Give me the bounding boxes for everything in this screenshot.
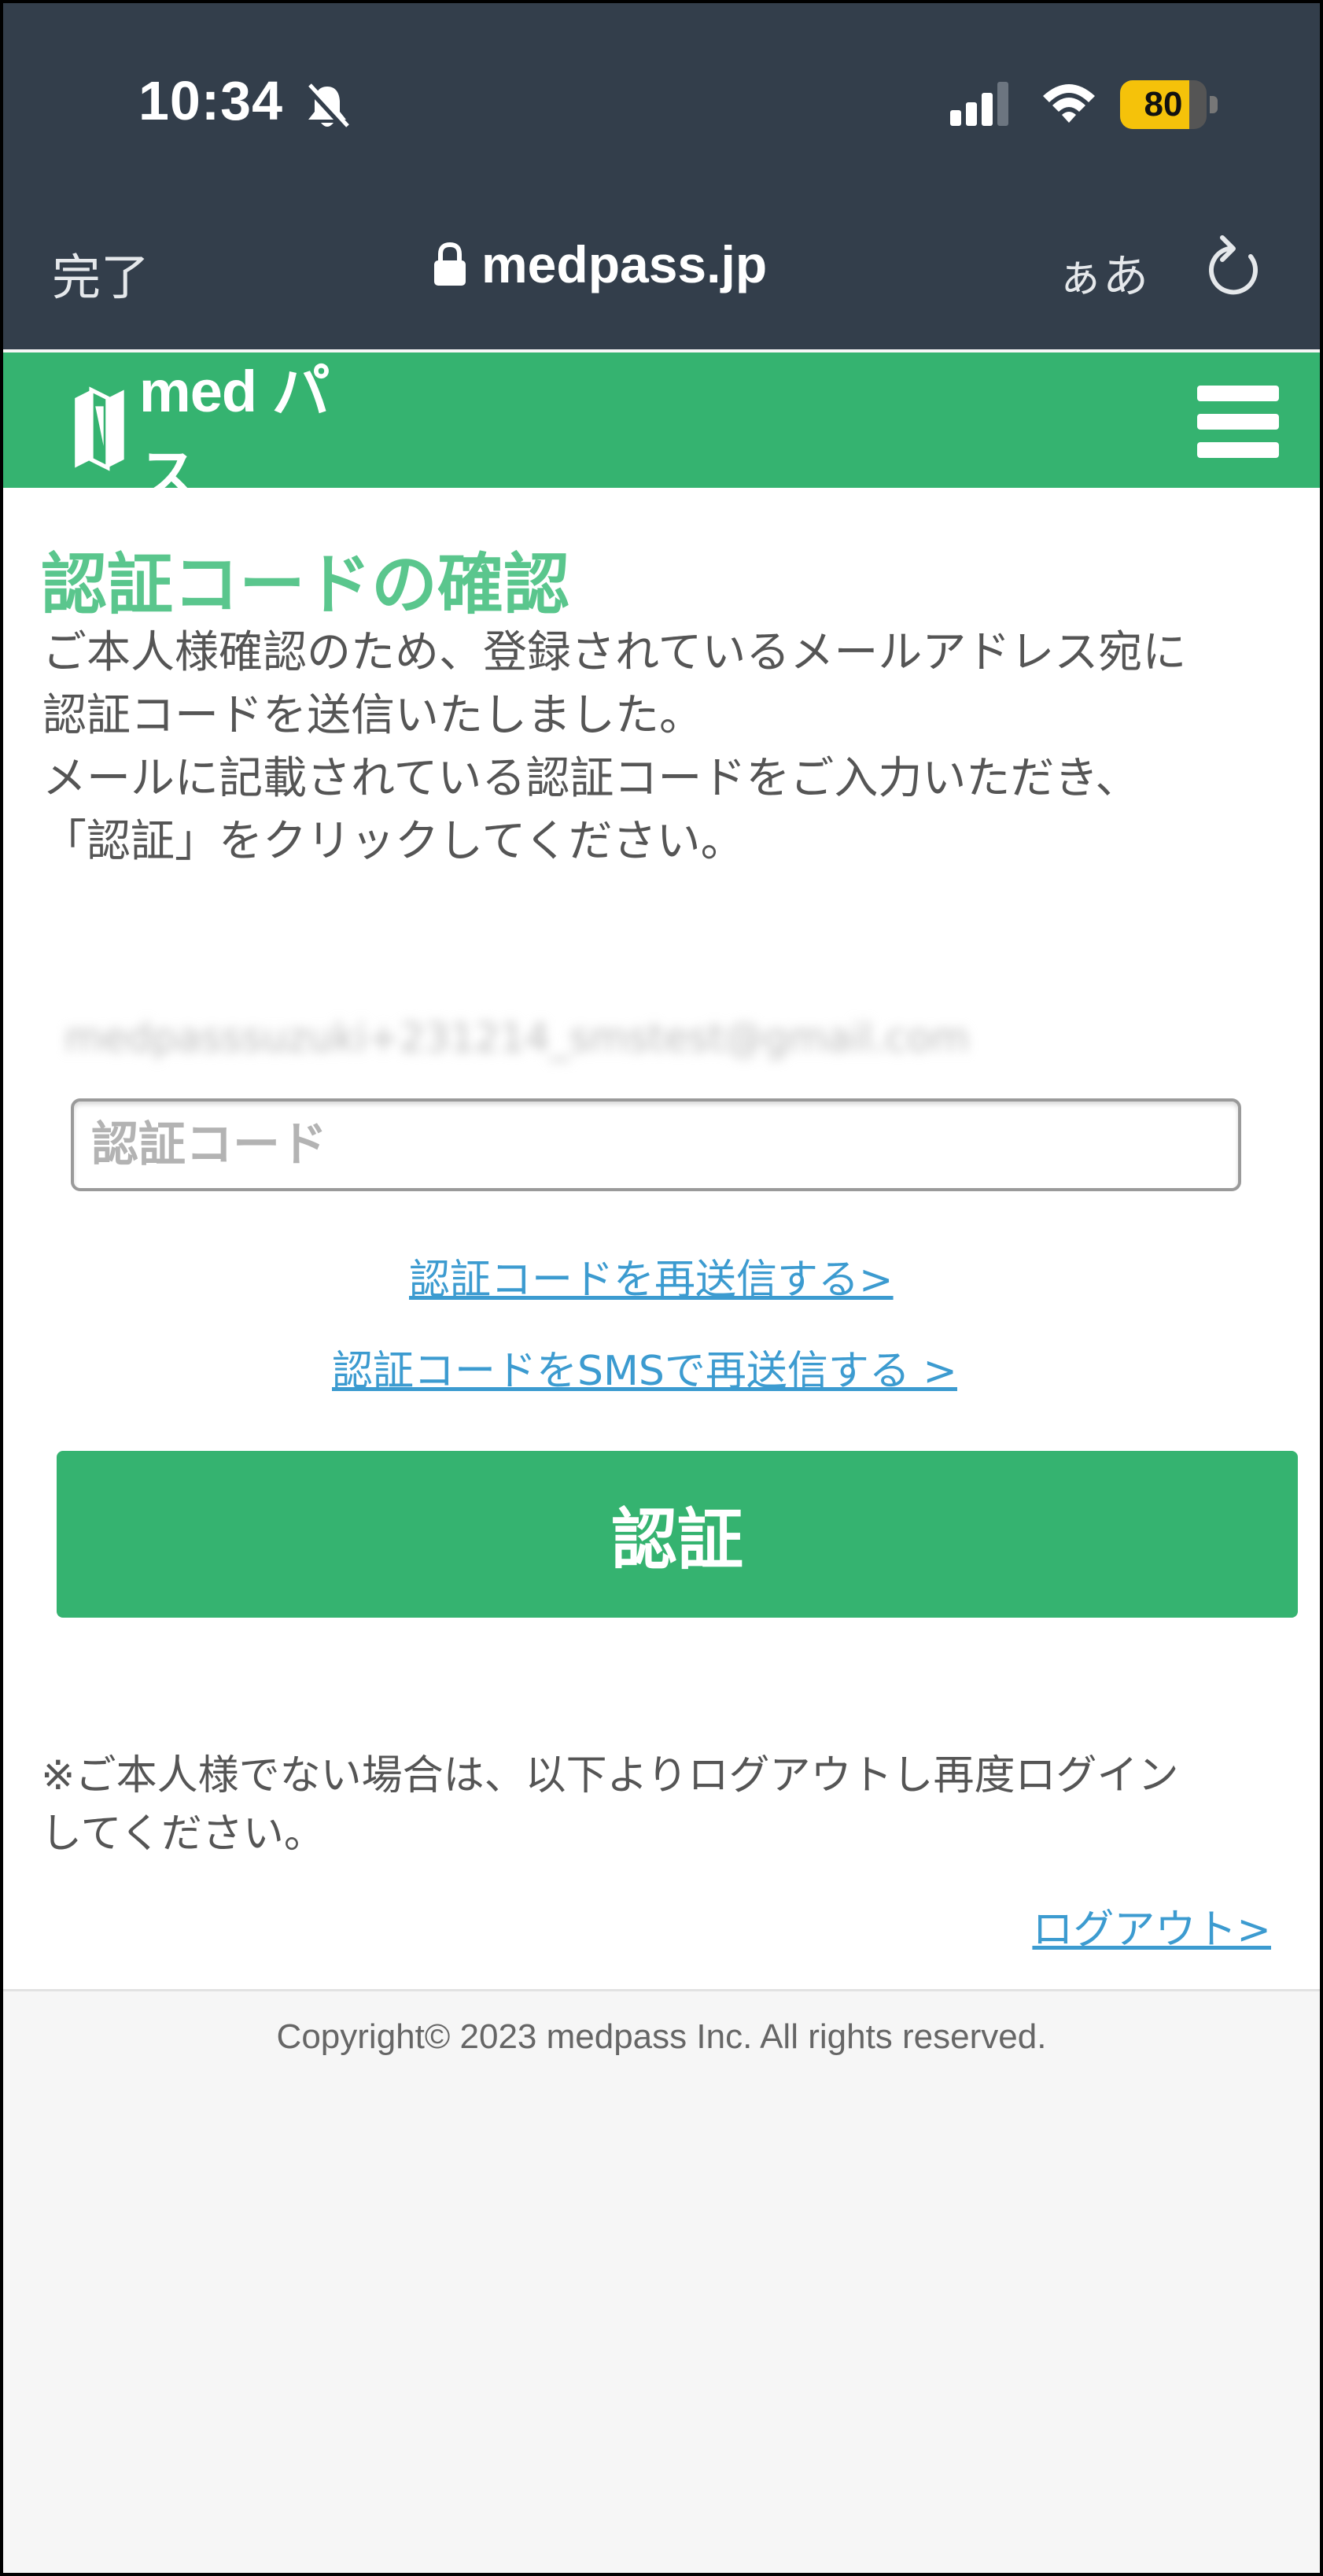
resend-code-link[interactable]: 認証コードを再送信する>	[409, 1246, 894, 1305]
medpass-logo-mark	[75, 386, 124, 471]
description-line: メールに記載されている認証コードをご入力いただき、	[42, 753, 1140, 804]
phone-frame: 10:34 80 完了 medpass.jp ぁあ med パス 認証コードの確…	[0, 0, 1323, 2576]
url-text: medpass.jp	[481, 235, 768, 293]
note-line: してください。	[41, 1810, 325, 1858]
description: ご本人様確認のため、登録されているメールアドレス宛に 認証コードを送信いたしまし…	[42, 622, 1301, 873]
done-button[interactable]: 完了	[52, 238, 149, 308]
resend-sms-link[interactable]: 認証コードをSMSで再送信する >	[332, 1338, 957, 1397]
lock-icon	[434, 242, 466, 286]
authenticate-button[interactable]: 認証	[57, 1451, 1298, 1618]
email-address: medpasssuzuki+231214_smstest@gmail.com	[64, 1015, 970, 1061]
description-line: 「認証」をクリックしてください。	[42, 816, 745, 867]
copyright-text: Copyright© 2023 medpass Inc. All rights …	[276, 2017, 1047, 2056]
description-line: ご本人様確認のため、登録されているメールアドレス宛に	[42, 627, 1187, 678]
logout-link[interactable]: ログアウト>	[1032, 1896, 1271, 1955]
battery-level: 80	[1144, 85, 1183, 124]
medpass-logo[interactable]: med パス	[71, 359, 354, 508]
address-bar[interactable]: medpass.jp	[433, 231, 767, 297]
footer-divider	[3, 1989, 1320, 1991]
page-title: 認証コードの確認	[41, 546, 570, 623]
wifi-icon	[1043, 84, 1095, 123]
note-line: ※ご本人様でない場合は、以下よりログアウトし再度ログイン	[41, 1752, 1179, 1799]
bell-muted-icon	[305, 83, 349, 131]
cellular-signal-icon	[950, 82, 1008, 126]
verification-code-input[interactable]	[71, 1098, 1241, 1191]
browser-chrome: 10:34 80 完了 medpass.jp ぁあ	[3, 3, 1320, 349]
hamburger-menu-icon[interactable]	[1197, 386, 1279, 458]
text-size-button[interactable]: ぁあ	[1057, 239, 1148, 305]
battery-indicator: 80	[1120, 80, 1218, 129]
status-time: 10:34	[138, 70, 284, 131]
logout-note: ※ご本人様でない場合は、以下よりログアウトし再度ログイン してください。	[41, 1747, 1299, 1863]
description-line: 認証コードを送信いたしました。	[42, 690, 703, 741]
reload-icon[interactable]	[1205, 233, 1263, 297]
